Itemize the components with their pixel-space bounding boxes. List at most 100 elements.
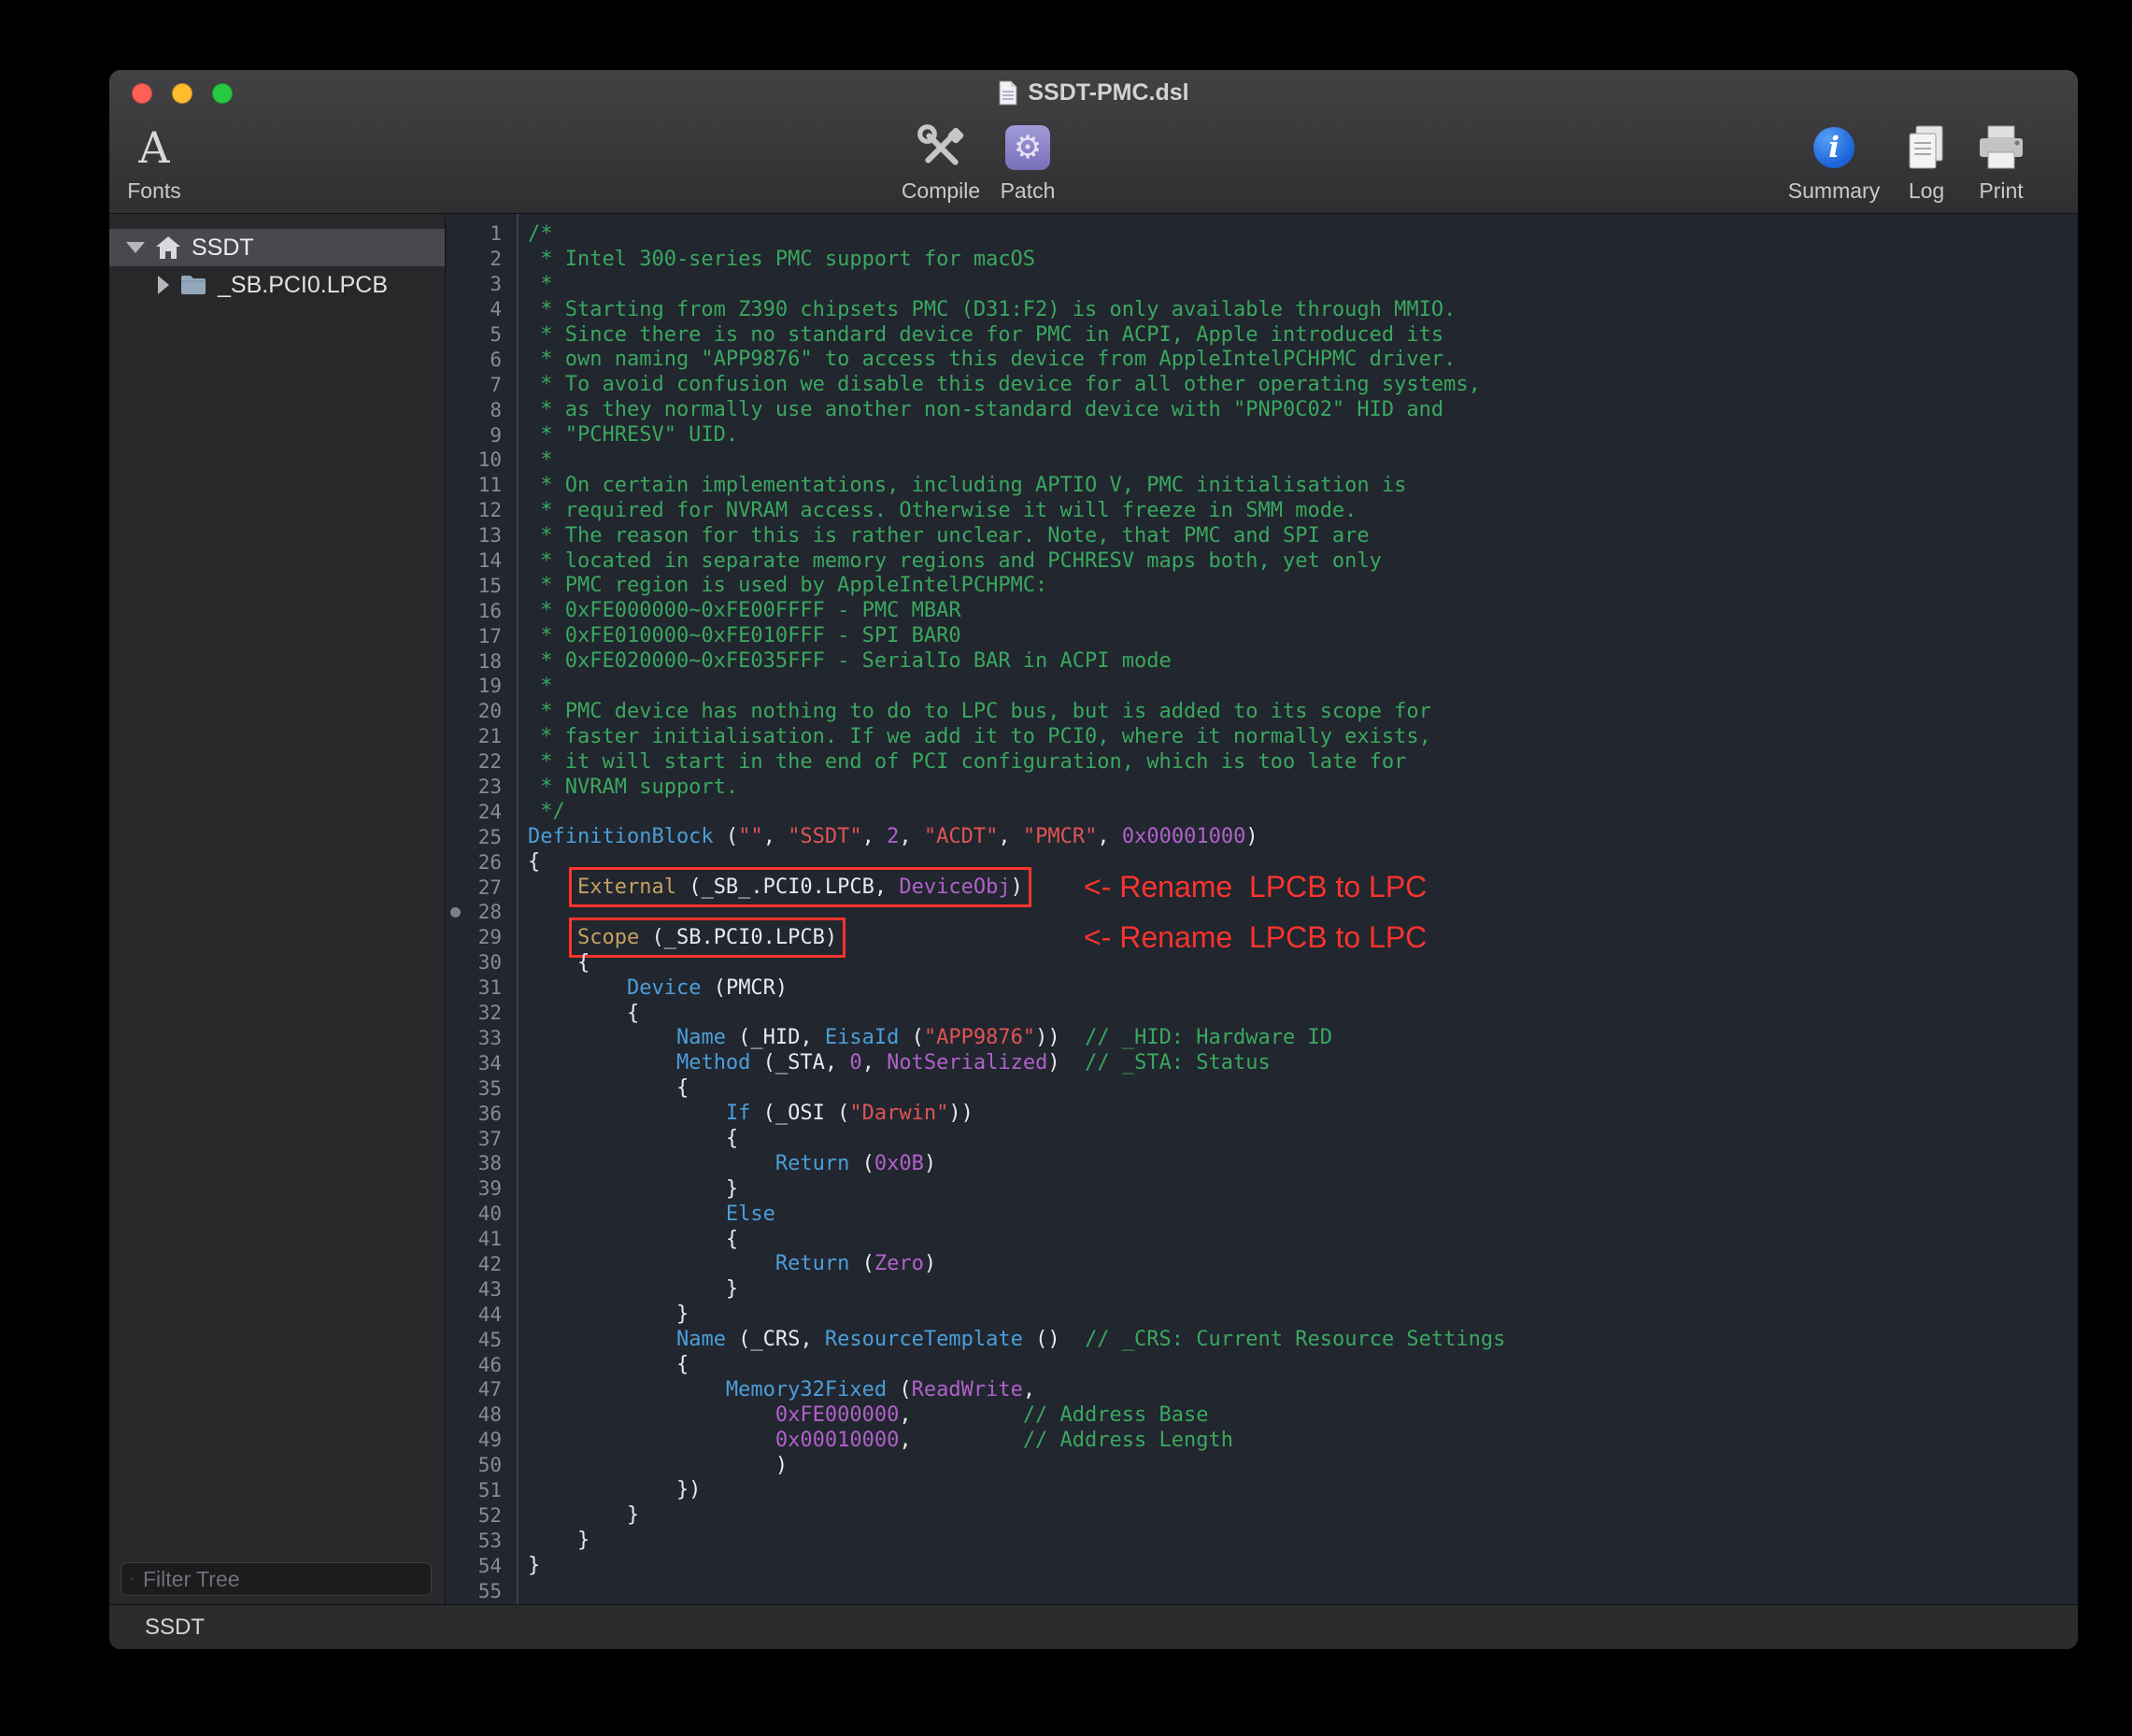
line-number: 9 [446,424,517,447]
content-area: SSDT _SB.PCI0.LPCB [109,214,2078,1604]
line-number: 8 [446,399,517,421]
line-number: 39 [446,1177,517,1200]
patch-label: Patch [1001,178,1056,204]
line-number: 42 [446,1253,517,1275]
code-line: 53 } [446,1528,2078,1553]
tree-item-lpcb[interactable]: _SB.PCI0.LPCB [109,266,445,304]
code-line: 20 * PMC device has nothing to do to LPC… [446,699,2078,724]
code-line: 54} [446,1553,2078,1578]
code-line: 31 Device (PMCR) [446,975,2078,1001]
document-icon [998,80,1018,106]
patch-button[interactable]: ⚙ Patch [958,119,1098,204]
line-number: 5 [446,323,517,346]
line-number: 11 [446,474,517,496]
disclosure-down-icon[interactable] [126,242,145,253]
code-line: 46 { [446,1352,2078,1377]
line-number: 40 [446,1202,517,1225]
code-line: 47 Memory32Fixed (ReadWrite, [446,1377,2078,1402]
annotation-box: Scope (_SB.PCI0.LPCB) [577,926,837,949]
code-line: 19 * [446,674,2078,699]
code-line: 44 } [446,1302,2078,1327]
code-line: 37 { [446,1126,2078,1151]
line-number: 53 [446,1530,517,1552]
code-line: 55 [446,1578,2078,1603]
code-line: 12 * required for NVRAM access. Otherwis… [446,498,2078,523]
code-line: 51 }) [446,1478,2078,1503]
line-number: 51 [446,1479,517,1501]
line-number: 10 [446,448,517,471]
line-number: 48 [446,1403,517,1426]
annotation-box: External (_SB_.PCI0.LPCB, DeviceObj) [577,875,1023,899]
code-lines: 1/*2 * Intel 300-series PMC support for … [446,221,2078,1603]
filter-tree-input[interactable] [141,1566,421,1593]
code-line: 33 Name (_HID, EisaId ("APP9876")) // _H… [446,1026,2078,1051]
title-bar[interactable]: SSDT-PMC.dsl [109,70,2078,115]
code-line: 50 ) [446,1453,2078,1478]
code-line: 36 If (_OSI ("Darwin")) [446,1101,2078,1126]
code-line: 11 * On certain implementations, includi… [446,473,2078,498]
gear-icon: ⚙ [1014,129,1042,166]
search-icon [131,1569,134,1589]
sidebar: SSDT _SB.PCI0.LPCB [109,214,446,1604]
line-number: 38 [446,1152,517,1174]
line-number: 44 [446,1303,517,1326]
line-number: 2 [446,248,517,270]
line-number: 21 [446,725,517,747]
fonts-label: Fonts [127,178,181,204]
print-button[interactable]: Print [1931,119,2071,204]
fonts-button[interactable]: A Fonts [109,119,224,204]
code-line: 32 { [446,1001,2078,1026]
line-number: 4 [446,298,517,320]
line-number: 33 [446,1027,517,1049]
code-line: 52 } [446,1502,2078,1528]
line-number: 25 [446,826,517,848]
line-number: 19 [446,675,517,697]
code-line: 38 Return (0x0B) [446,1151,2078,1176]
line-number: 6 [446,349,517,371]
printer-icon [1975,123,2027,172]
window-title-text: SSDT-PMC.dsl [1028,79,1188,107]
line-number: 31 [446,976,517,999]
tree-item-ssdt[interactable]: SSDT [109,229,445,266]
line-number: 55 [446,1580,517,1602]
code-line: 39 } [446,1176,2078,1202]
line-number: 1 [446,222,517,245]
code-line: 13 * The reason for this is rather uncle… [446,523,2078,548]
line-number: 26 [446,851,517,874]
code-line: 48 0xFE000000, // Address Base [446,1402,2078,1428]
line-number: 52 [446,1504,517,1527]
line-number: 54 [446,1555,517,1577]
code-line: 24 */ [446,799,2078,824]
print-label: Print [1979,178,2023,204]
line-number: 3 [446,273,517,295]
gutter-dot-marker [450,907,461,918]
code-line: 49 0x00010000, // Address Length [446,1428,2078,1453]
code-line: 10 * [446,448,2078,473]
disclosure-right-icon[interactable] [158,276,169,294]
line-number: 16 [446,600,517,622]
home-icon [155,235,181,260]
filter-tree-field[interactable] [121,1562,432,1596]
code-line: 35 { [446,1075,2078,1101]
line-number: 30 [446,951,517,974]
line-number: 43 [446,1278,517,1301]
code-line: 6 * own naming "APP9876" to access this … [446,347,2078,372]
line-number: 49 [446,1429,517,1451]
code-line: 9 * "PCHRESV" UID. [446,422,2078,448]
desktop-background: SSDT-PMC.dsl A Fonts [0,0,2132,1736]
code-editor[interactable]: 1/*2 * Intel 300-series PMC support for … [446,214,2078,1604]
line-number: 32 [446,1002,517,1024]
code-line: 21 * faster initialisation. If we add it… [446,724,2078,749]
line-number: 17 [446,625,517,647]
line-number: 22 [446,750,517,773]
line-number: 23 [446,776,517,798]
code-line: 27 External (_SB_.PCI0.LPCB, DeviceObj)<… [446,875,2078,900]
code-line: 41 { [446,1227,2078,1252]
line-number: 34 [446,1052,517,1074]
line-number: 36 [446,1103,517,1125]
line-number: 18 [446,650,517,673]
window-header: SSDT-PMC.dsl A Fonts [109,70,2078,214]
tree-item-label: SSDT [192,235,254,262]
toolbar: A Fonts Compile [109,115,2078,213]
line-number: 20 [446,700,517,722]
